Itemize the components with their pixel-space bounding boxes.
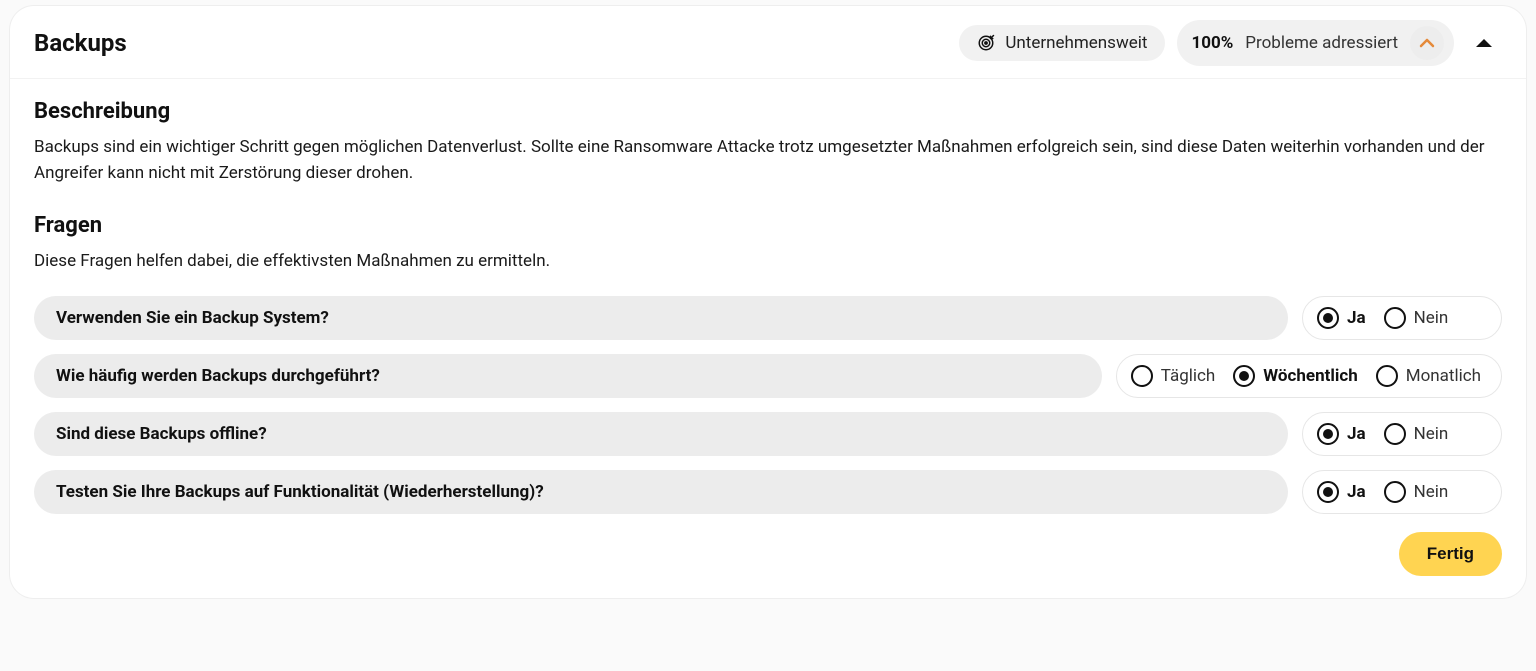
progress-percent: 100% — [1191, 33, 1233, 53]
radio-option[interactable]: Ja — [1317, 481, 1366, 503]
question-row: Verwenden Sie ein Backup System? Ja Nein — [34, 296, 1502, 340]
radio-option-label: Monatlich — [1406, 366, 1481, 386]
chevron-up-icon — [1419, 38, 1435, 48]
caret-up-icon — [1476, 39, 1492, 47]
radio-icon — [1376, 365, 1398, 387]
question-row: Wie häufig werden Backups durchgeführt? T… — [34, 354, 1502, 398]
progress-chip[interactable]: 100% Probleme adressiert — [1177, 20, 1454, 66]
radio-option[interactable]: Nein — [1384, 481, 1449, 503]
radio-option-label: Ja — [1347, 308, 1366, 328]
radio-icon — [1317, 307, 1339, 329]
radio-option-label: Nein — [1414, 424, 1449, 444]
radio-option-label: Nein — [1414, 482, 1449, 502]
radio-icon — [1384, 423, 1406, 445]
progress-label: Probleme adressiert — [1245, 33, 1398, 53]
done-button[interactable]: Fertig — [1399, 532, 1502, 576]
question-label: Testen Sie Ihre Backups auf Funktionalit… — [34, 470, 1288, 514]
radio-option[interactable]: Täglich — [1131, 365, 1216, 387]
scope-chip-label: Unternehmensweit — [1005, 33, 1147, 53]
card-header: Backups Unternehmensweit 100% Probleme a… — [10, 6, 1526, 79]
question-label: Verwenden Sie ein Backup System? — [34, 296, 1288, 340]
progress-trend-button[interactable] — [1410, 26, 1444, 60]
question-row: Sind diese Backups offline? Ja Nein — [34, 412, 1502, 456]
questions-list: Verwenden Sie ein Backup System? Ja Nein Wi… — [34, 296, 1502, 514]
target-icon — [977, 34, 995, 52]
radio-option[interactable]: Ja — [1317, 307, 1366, 329]
radio-option-label: Wöchentlich — [1263, 366, 1357, 386]
question-options: Ja Nein — [1302, 470, 1502, 514]
radio-option[interactable]: Wöchentlich — [1233, 365, 1357, 387]
radio-option-label: Ja — [1347, 482, 1366, 502]
radio-icon — [1317, 423, 1339, 445]
question-options: Ja Nein — [1302, 296, 1502, 340]
question-label: Wie häufig werden Backups durchgeführt? — [34, 354, 1102, 398]
question-label: Sind diese Backups offline? — [34, 412, 1288, 456]
questions-heading: Fragen — [34, 213, 1502, 238]
radio-option[interactable]: Nein — [1384, 307, 1449, 329]
radio-option[interactable]: Nein — [1384, 423, 1449, 445]
questions-intro: Diese Fragen helfen dabei, die effektivs… — [34, 248, 1494, 274]
radio-icon — [1384, 481, 1406, 503]
backups-card: Backups Unternehmensweit 100% Probleme a… — [10, 6, 1526, 598]
question-options: Ja Nein — [1302, 412, 1502, 456]
radio-option[interactable]: Monatlich — [1376, 365, 1481, 387]
radio-icon — [1233, 365, 1255, 387]
radio-icon — [1317, 481, 1339, 503]
card-footer: Fertig — [34, 532, 1502, 576]
radio-icon — [1131, 365, 1153, 387]
collapse-toggle[interactable] — [1466, 33, 1502, 53]
scope-chip[interactable]: Unternehmensweit — [959, 25, 1165, 61]
radio-option-label: Täglich — [1161, 366, 1216, 386]
radio-option-label: Nein — [1414, 308, 1449, 328]
card-title: Backups — [34, 29, 947, 57]
description-heading: Beschreibung — [34, 99, 1502, 124]
card-body: Beschreibung Backups sind ein wichtiger … — [10, 79, 1526, 598]
radio-option[interactable]: Ja — [1317, 423, 1366, 445]
description-text: Backups sind ein wichtiger Schritt gegen… — [34, 134, 1494, 187]
question-options: Täglich Wöchentlich Monatlich — [1116, 354, 1502, 398]
radio-icon — [1384, 307, 1406, 329]
question-row: Testen Sie Ihre Backups auf Funktionalit… — [34, 470, 1502, 514]
radio-option-label: Ja — [1347, 424, 1366, 444]
